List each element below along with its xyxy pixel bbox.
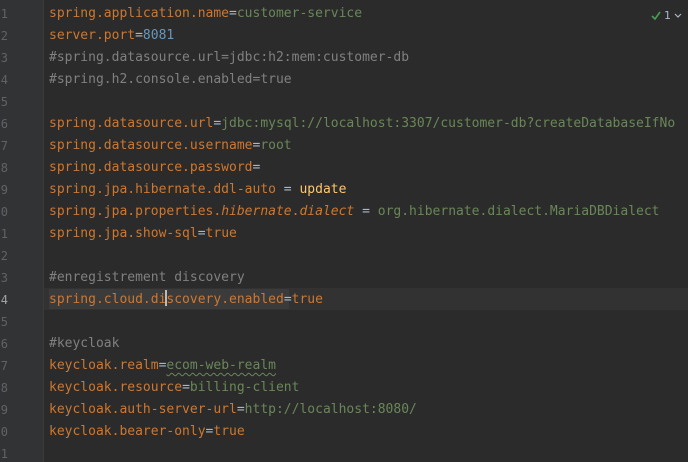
- code-line-18[interactable]: keycloak.resource=billing-client: [49, 377, 299, 399]
- line-number: 10: [0, 205, 8, 219]
- property-key: spring.application.name: [49, 6, 230, 21]
- line-number: 15: [0, 315, 8, 329]
- code-line-7[interactable]: spring.datasource.username=root: [49, 135, 292, 157]
- property-value-typo: ecom-web-realm: [166, 358, 276, 373]
- line-number: 9: [0, 183, 8, 197]
- line-number: 19: [0, 403, 8, 417]
- property-value: org.hibernate.dialect.MariaDBDialect: [377, 204, 660, 219]
- code-line-20[interactable]: keycloak.bearer-only=true: [49, 421, 245, 443]
- property-value: true: [291, 292, 323, 307]
- comment: #keycloak: [49, 336, 120, 351]
- inspection-widget[interactable]: 1: [651, 9, 682, 23]
- line-number: 8: [0, 161, 8, 175]
- property-key-part: hibernate: [221, 204, 292, 219]
- property-value: customer-service: [236, 6, 363, 21]
- property-key: keycloak.bearer-only: [49, 424, 206, 439]
- code-line-13[interactable]: #enregistrement discovery: [49, 267, 245, 289]
- line-number-current: 14: [0, 293, 8, 307]
- separator: =: [135, 28, 143, 43]
- line-number: 1: [0, 7, 8, 21]
- code-line-9[interactable]: spring.jpa.hibernate.ddl-auto = update: [49, 179, 346, 201]
- line-number: 2: [0, 29, 8, 43]
- property-key-part: spring.cloud.di: [49, 292, 167, 307]
- code-line-11[interactable]: spring.jpa.show-sql=true: [49, 223, 237, 245]
- property-key: spring.jpa.hibernate.ddl-auto: [49, 182, 276, 197]
- property-value: 8081: [142, 28, 175, 43]
- comment: #spring.h2.console.enabled=true: [49, 72, 292, 87]
- property-value: true: [205, 226, 237, 241]
- property-key: spring.datasource.username: [49, 138, 253, 153]
- chevron-down-icon: [674, 11, 682, 21]
- property-key: keycloak.realm: [49, 358, 159, 373]
- code-line-19[interactable]: keycloak.auth-server-url=http://localhos…: [49, 399, 417, 421]
- property-key: spring.datasource.password: [49, 160, 253, 175]
- separator: =: [252, 160, 261, 175]
- line-number: 17: [0, 359, 8, 373]
- code-line-10[interactable]: spring.jpa.properties.hibernate.dialect …: [49, 201, 660, 223]
- code-line-2[interactable]: server.port=8081: [49, 25, 174, 47]
- code-line-17[interactable]: keycloak.realm=ecom-web-realm: [49, 355, 276, 377]
- property-value: update: [299, 182, 347, 197]
- line-number: 21: [0, 447, 8, 461]
- property-value: billing-client: [189, 380, 300, 395]
- code-line-4[interactable]: #spring.h2.console.enabled=true: [49, 69, 292, 91]
- comment: #enregistrement discovery: [49, 270, 245, 285]
- code-line-6[interactable]: spring.datasource.url=jdbc:mysql://local…: [49, 113, 675, 135]
- line-number: 20: [0, 425, 8, 439]
- code-line-8[interactable]: spring.datasource.password=: [49, 157, 260, 179]
- property-key: server.port: [49, 28, 136, 43]
- line-number: 18: [0, 381, 8, 395]
- line-number: 5: [0, 95, 8, 109]
- code-line-1[interactable]: spring.application.name=customer-service: [49, 3, 362, 25]
- property-value: jdbc:mysql://localhost:3307/customer-db?…: [221, 116, 676, 131]
- line-number: 4: [0, 73, 8, 87]
- line-number: 12: [0, 249, 8, 263]
- code-editor[interactable]: spring.application.name=customer-service…: [44, 0, 688, 462]
- line-number: 6: [0, 117, 8, 131]
- code-line-16[interactable]: #keycloak: [49, 333, 119, 355]
- line-number-gutter[interactable]: 1 2 3 4 5 6 7 8 9 10 11 12 13 14 15 16 1…: [0, 0, 44, 462]
- line-number: 13: [0, 271, 8, 285]
- property-value: true: [213, 424, 245, 439]
- code-line-14-current[interactable]: spring.cloud.discovery.enabled=true: [49, 289, 323, 311]
- line-number: 3: [0, 51, 8, 65]
- property-key-part: spring.jpa.properties.: [49, 204, 222, 219]
- comment: #spring.datasource.url=jdbc:h2:mem:custo…: [49, 50, 410, 65]
- separator: =: [354, 204, 378, 219]
- line-number: 11: [0, 227, 8, 241]
- line-number: 16: [0, 337, 8, 351]
- code-line-3[interactable]: #spring.datasource.url=jdbc:h2:mem:custo…: [49, 47, 409, 69]
- property-key-part: scovery.enabled: [166, 292, 284, 307]
- property-key: keycloak.resource: [49, 380, 183, 395]
- separator: =: [182, 380, 190, 395]
- property-key-part: dialect: [299, 204, 355, 219]
- inspection-count: 1: [664, 9, 671, 22]
- separator: =: [236, 402, 245, 417]
- check-icon: [651, 11, 661, 21]
- separator: =: [229, 6, 237, 21]
- property-value: http://localhost:8080/: [244, 402, 417, 417]
- separator: =: [275, 182, 300, 197]
- property-key: spring.jpa.show-sql: [49, 226, 198, 241]
- property-value: root: [260, 138, 292, 153]
- separator: =: [197, 226, 206, 241]
- separator: =: [283, 292, 292, 307]
- property-key: spring.datasource.url: [49, 116, 214, 131]
- property-key: keycloak.auth-server-url: [49, 402, 237, 417]
- line-number: 7: [0, 139, 8, 153]
